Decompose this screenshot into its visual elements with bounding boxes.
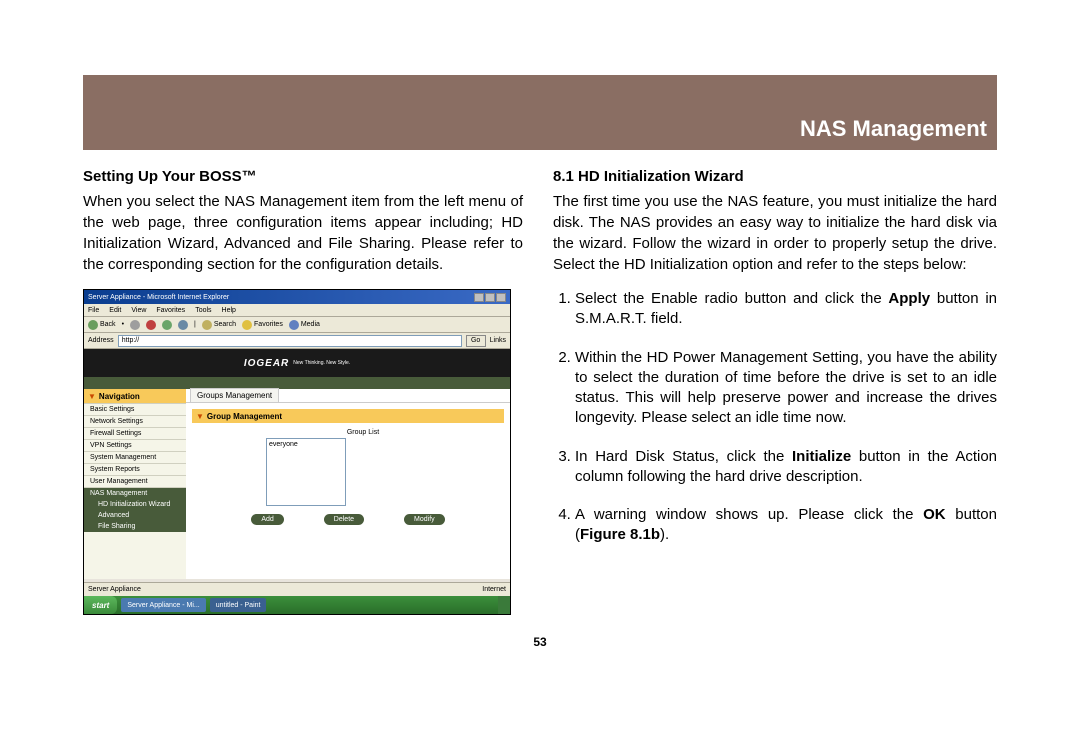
- heading-setting-up: Setting Up Your BOSS™: [83, 168, 523, 185]
- subnav-advanced[interactable]: Advanced: [84, 510, 186, 521]
- star-icon: [242, 320, 252, 330]
- content-pane: Groups Management ▼Group Management Grou…: [186, 389, 510, 579]
- search-icon: [202, 320, 212, 330]
- start-button[interactable]: start: [84, 596, 117, 614]
- step-4: A warning window shows up. Please click …: [575, 505, 997, 546]
- home-icon[interactable]: [178, 320, 188, 330]
- heading-hd-init: 8.1 HD Initialization Wizard: [553, 168, 997, 185]
- status-text: Server Appliance: [88, 586, 141, 593]
- forward-icon[interactable]: [130, 320, 140, 330]
- browser-toolbar: Back • | Search Favorites Media: [84, 317, 510, 333]
- group-listbox[interactable]: everyone: [266, 438, 346, 506]
- right-column: 8.1 HD Initialization Wizard The first t…: [553, 168, 997, 615]
- intro-paragraph-right: The first time you use the NAS feature, …: [553, 191, 997, 275]
- steps-list: Select the Enable radio button and click…: [553, 289, 997, 546]
- step-3: In Hard Disk Status, click the Initializ…: [575, 447, 997, 488]
- step-2: Within the HD Power Management Setting, …: [575, 348, 997, 429]
- group-header: ▼Group Management: [192, 409, 504, 423]
- maximize-icon[interactable]: [485, 293, 495, 302]
- two-column-content: Setting Up Your BOSS™ When you select th…: [83, 168, 997, 615]
- section-header-bar: NAS Management: [83, 75, 997, 150]
- brand-tagline: New Thinking. New Style.: [293, 360, 350, 366]
- nav-header: ▼Navigation: [84, 389, 186, 403]
- nav-system-reports[interactable]: System Reports: [84, 463, 186, 475]
- media-icon: [289, 320, 299, 330]
- windows-taskbar: start Server Appliance - Mi... untitled …: [84, 596, 510, 614]
- links-label[interactable]: Links: [490, 337, 506, 344]
- group-list-area: Group List everyone: [266, 429, 460, 506]
- triangle-icon: ▼: [196, 412, 204, 421]
- nav-user-management[interactable]: User Management: [84, 475, 186, 487]
- browser-menubar: File Edit View Favorites Tools Help: [84, 304, 510, 317]
- menu-favorites[interactable]: Favorites: [156, 307, 185, 314]
- brand-logo: IOGEAR: [244, 358, 289, 369]
- browser-statusbar: Server Appliance Internet: [84, 582, 510, 596]
- media-button[interactable]: Media: [289, 320, 320, 330]
- taskbar-item-browser[interactable]: Server Appliance - Mi...: [121, 598, 205, 612]
- manual-page: NAS Management Setting Up Your BOSS™ Whe…: [0, 0, 1080, 679]
- zone-text: Internet: [482, 586, 506, 593]
- nav-network-settings[interactable]: Network Settings: [84, 415, 186, 427]
- modify-button[interactable]: Modify: [404, 514, 445, 525]
- delete-button[interactable]: Delete: [324, 514, 364, 525]
- stop-icon[interactable]: [146, 320, 156, 330]
- menu-edit[interactable]: Edit: [109, 307, 121, 314]
- favorites-button[interactable]: Favorites: [242, 320, 283, 330]
- address-input[interactable]: http://: [118, 335, 462, 347]
- menu-view[interactable]: View: [131, 307, 146, 314]
- add-button[interactable]: Add: [251, 514, 283, 525]
- button-row: Add Delete Modify: [186, 514, 510, 525]
- page-number: 53: [83, 635, 997, 649]
- refresh-icon[interactable]: [162, 320, 172, 330]
- close-icon[interactable]: [496, 293, 506, 302]
- menu-tools[interactable]: Tools: [195, 307, 211, 314]
- nav-nas-management[interactable]: NAS Management: [84, 487, 186, 499]
- breadcrumb-bar: [84, 377, 510, 389]
- back-button[interactable]: Back: [88, 320, 116, 330]
- nav-vpn-settings[interactable]: VPN Settings: [84, 439, 186, 451]
- search-button[interactable]: Search: [202, 320, 236, 330]
- section-title: NAS Management: [800, 116, 987, 142]
- embedded-screenshot: Server Appliance - Microsoft Internet Ex…: [83, 289, 511, 615]
- address-bar: Address http:// Go Links: [84, 333, 510, 349]
- menu-file[interactable]: File: [88, 307, 99, 314]
- step-1: Select the Enable radio button and click…: [575, 289, 997, 330]
- sub-navigation: HD Initialization Wizard Advanced File S…: [84, 499, 186, 532]
- intro-paragraph-left: When you select the NAS Management item …: [83, 191, 523, 275]
- window-title: Server Appliance - Microsoft Internet Ex…: [88, 294, 229, 301]
- navigation-sidebar: ▼Navigation Basic Settings Network Setti…: [84, 389, 186, 579]
- nav-firewall-settings[interactable]: Firewall Settings: [84, 427, 186, 439]
- subnav-hd-init[interactable]: HD Initialization Wizard: [84, 499, 186, 510]
- group-list-label: Group List: [266, 429, 460, 436]
- nav-basic-settings[interactable]: Basic Settings: [84, 403, 186, 415]
- taskbar-item-paint[interactable]: untitled - Paint: [210, 598, 267, 612]
- tab-groups-management[interactable]: Groups Management: [190, 388, 279, 402]
- window-titlebar: Server Appliance - Microsoft Internet Ex…: [84, 290, 510, 304]
- address-label: Address: [88, 337, 114, 344]
- app-banner: IOGEAR New Thinking. New Style.: [84, 349, 510, 377]
- go-button[interactable]: Go: [466, 335, 486, 347]
- tab-row: Groups Management: [186, 389, 510, 403]
- minimize-icon[interactable]: [474, 293, 484, 302]
- menu-help[interactable]: Help: [222, 307, 236, 314]
- subnav-file-sharing[interactable]: File Sharing: [84, 521, 186, 532]
- system-tray: [498, 596, 510, 614]
- back-icon: [88, 320, 98, 330]
- triangle-icon: ▼: [88, 392, 96, 401]
- left-column: Setting Up Your BOSS™ When you select th…: [83, 168, 523, 615]
- nav-system-management[interactable]: System Management: [84, 451, 186, 463]
